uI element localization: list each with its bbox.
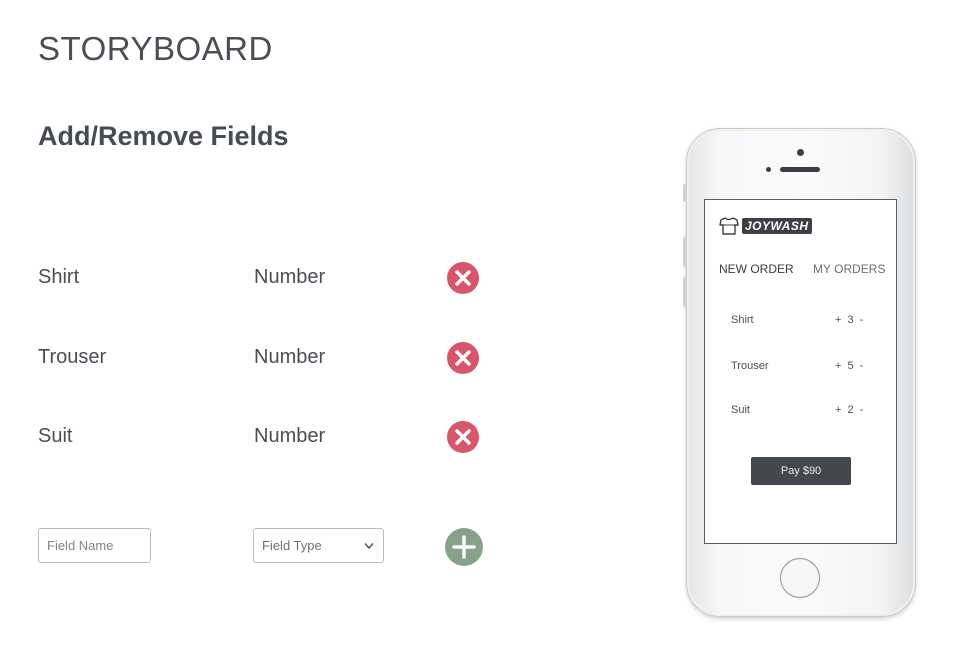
field-type-label: Number	[254, 346, 326, 368]
quantity-stepper: + 5 -	[835, 360, 863, 372]
close-circle-icon	[455, 270, 471, 286]
phone-home-button	[780, 558, 820, 598]
phone-camera	[797, 149, 804, 156]
quantity-stepper: + 2 -	[835, 404, 863, 416]
shirt-icon	[719, 217, 739, 235]
add-field-button[interactable]	[445, 528, 483, 566]
pay-button[interactable]: Pay $90	[751, 457, 851, 485]
increment-button[interactable]: +	[835, 360, 841, 372]
field-name-label: Trouser	[38, 346, 107, 368]
plus-circle-icon	[452, 535, 476, 559]
decrement-button[interactable]: -	[860, 314, 864, 326]
field-name-label: Shirt	[38, 266, 80, 288]
page-title: STORYBOARD	[38, 30, 273, 67]
field-row: Shirt Number	[0, 258, 520, 298]
increment-button[interactable]: +	[835, 314, 841, 326]
phone-volume-down	[683, 277, 687, 307]
field-type-select-value: Field Type	[262, 538, 322, 553]
tab-new-order[interactable]: NEW ORDER	[719, 262, 794, 276]
order-item-name: Suit	[731, 404, 750, 416]
chevron-down-icon	[364, 542, 374, 549]
phone-screen: JOYWASH NEW ORDER MY ORDERS Shirt + 3 - …	[704, 199, 897, 544]
remove-field-button[interactable]	[447, 342, 479, 374]
tab-my-orders[interactable]: MY ORDERS	[813, 262, 885, 276]
phone-sensor	[766, 167, 771, 172]
field-row: Trouser Number	[0, 338, 520, 378]
order-row: Trouser + 5 -	[705, 357, 898, 377]
remove-field-button[interactable]	[447, 262, 479, 294]
quantity-stepper: + 3 -	[835, 314, 863, 326]
section-title: Add/Remove Fields	[38, 121, 289, 151]
phone-speaker	[780, 167, 820, 172]
remove-field-button[interactable]	[447, 421, 479, 453]
close-circle-icon	[455, 350, 471, 366]
phone-mockup: JOYWASH NEW ORDER MY ORDERS Shirt + 3 - …	[683, 128, 916, 617]
decrement-button[interactable]: -	[860, 360, 864, 372]
close-circle-icon	[455, 429, 471, 445]
field-type-label: Number	[254, 266, 326, 288]
field-row: Suit Number	[0, 417, 520, 457]
field-type-select[interactable]: Field Type	[253, 528, 384, 563]
decrement-button[interactable]: -	[860, 404, 864, 416]
app-logo-text: JOYWASH	[742, 218, 812, 234]
quantity-value: 2	[847, 404, 854, 416]
phone-volume-up	[683, 237, 687, 267]
quantity-value: 3	[847, 314, 854, 326]
increment-button[interactable]: +	[835, 404, 841, 416]
quantity-value: 5	[847, 360, 854, 372]
field-name-label: Suit	[38, 425, 73, 447]
order-item-name: Trouser	[731, 360, 769, 372]
phone-mute-switch	[683, 184, 687, 202]
field-type-label: Number	[254, 425, 326, 447]
field-name-input[interactable]	[38, 528, 151, 563]
order-row: Suit + 2 -	[705, 401, 898, 421]
order-row: Shirt + 3 -	[705, 311, 898, 331]
app-logo: JOYWASH	[719, 217, 812, 235]
order-item-name: Shirt	[731, 314, 754, 326]
